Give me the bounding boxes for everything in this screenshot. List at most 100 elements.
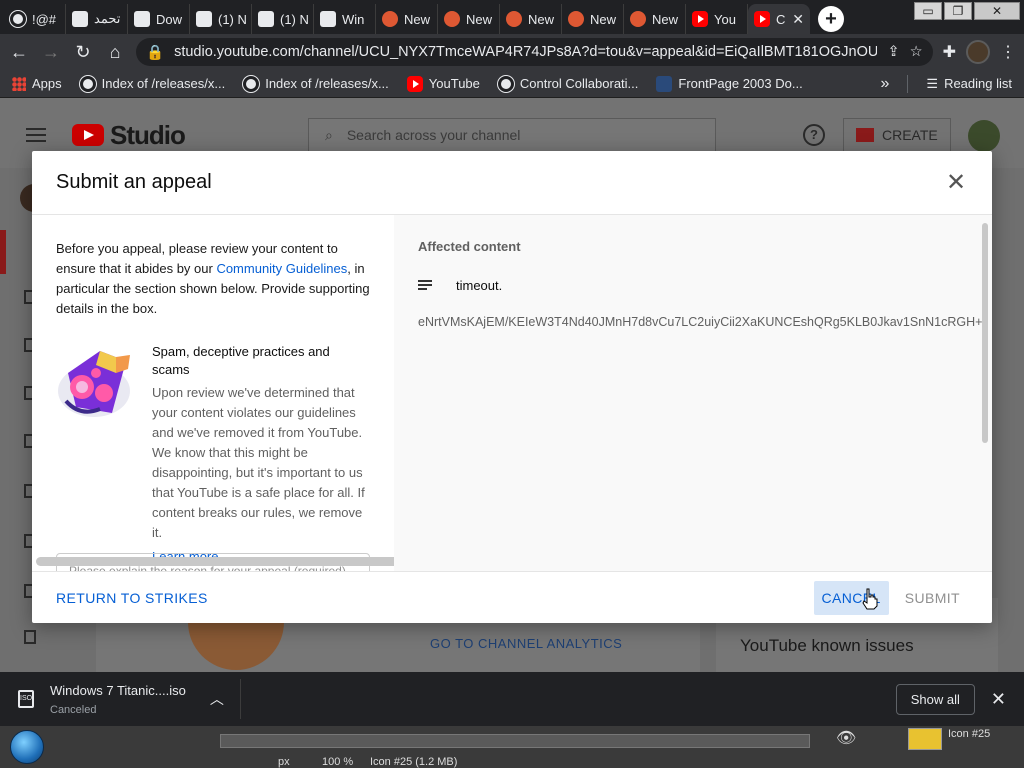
tab-close-icon[interactable]: ✕ bbox=[792, 11, 804, 28]
playlist-icon bbox=[418, 279, 432, 292]
policy-section: Spam, deceptive practices and scams Upon… bbox=[56, 343, 370, 564]
reading-list-button[interactable]: ☰ Reading list bbox=[926, 76, 1012, 92]
search-placeholder: Search across your channel bbox=[346, 127, 521, 143]
show-all-button[interactable]: Show all bbox=[895, 683, 975, 715]
appeal-form-pane[interactable]: Before you appeal, please review your co… bbox=[32, 215, 394, 571]
dialog-body: Before you appeal, please review your co… bbox=[32, 215, 992, 571]
globe-icon bbox=[79, 75, 96, 92]
active-browser-tab[interactable]: C ✕ bbox=[748, 4, 810, 34]
tab-label: Dow bbox=[156, 11, 183, 27]
bookmark-item[interactable]: Index of /releases/x... bbox=[243, 75, 389, 92]
bookmarks-overflow-button[interactable]: » bbox=[881, 75, 890, 93]
browser-tab[interactable]: (1) N bbox=[190, 4, 252, 34]
browser-tab[interactable]: New bbox=[376, 4, 438, 34]
tab-label: New bbox=[652, 11, 679, 27]
address-bar[interactable]: 🔒 studio.youtube.com/channel/UCU_NYX7Tmc… bbox=[136, 38, 933, 66]
browser-tab[interactable]: New bbox=[624, 4, 686, 34]
help-icon[interactable]: ? bbox=[803, 124, 825, 146]
vertical-scrollbar[interactable] bbox=[982, 223, 988, 443]
appeal-intro: Before you appeal, please review your co… bbox=[56, 239, 370, 319]
forward-icon[interactable]: → bbox=[40, 42, 62, 63]
zoom-select[interactable]: 100 % bbox=[322, 756, 353, 768]
appeal-dialog: Submit an appeal ✕ Before you appeal, pl… bbox=[32, 151, 992, 623]
browser-tab[interactable]: Win bbox=[314, 4, 376, 34]
create-button[interactable]: CREATE bbox=[843, 118, 951, 152]
bookmark-label: Index of /releases/x... bbox=[265, 76, 389, 91]
affected-content-label: Affected content bbox=[418, 239, 521, 254]
new-tab-button[interactable]: + bbox=[818, 6, 844, 32]
horizontal-scrollbar[interactable] bbox=[220, 734, 810, 748]
go-to-analytics-link[interactable]: GO TO CHANNEL ANALYTICS bbox=[430, 636, 622, 651]
download-status: Canceled bbox=[50, 703, 97, 716]
window-controls: ▭ ❐ ✕ bbox=[914, 2, 1020, 20]
share-icon[interactable]: ⇪ bbox=[887, 44, 899, 60]
browser-tab[interactable]: !@# bbox=[4, 4, 66, 34]
bookmark-label: Index of /releases/x... bbox=[101, 76, 226, 91]
window-close-button[interactable]: ✕ bbox=[974, 2, 1020, 20]
layer-thumbnail[interactable] bbox=[908, 728, 942, 750]
maximize-button[interactable]: ❐ bbox=[944, 2, 972, 20]
tab-label: You bbox=[714, 11, 736, 27]
eye-icon[interactable]: 👁 bbox=[836, 728, 856, 748]
browser-tab[interactable]: New bbox=[562, 4, 624, 34]
divider bbox=[239, 679, 241, 719]
extensions-icon[interactable]: ✚ bbox=[943, 42, 956, 62]
home-icon[interactable]: ⌂ bbox=[104, 42, 126, 63]
close-icon[interactable]: ✕ bbox=[944, 168, 968, 197]
youtube-icon bbox=[406, 75, 423, 92]
duckduckgo-icon bbox=[506, 11, 522, 27]
bookmark-item[interactable]: YouTube bbox=[406, 75, 480, 92]
reload-icon[interactable]: ↻ bbox=[72, 42, 94, 63]
browser-tab[interactable]: تحمد bbox=[66, 4, 128, 34]
os-taskbar: px 100 % Icon #25 (1.2 MB) 👁 Icon #25 bbox=[0, 726, 1024, 768]
globe-icon bbox=[497, 75, 514, 92]
bookmark-apps[interactable]: Apps bbox=[12, 76, 62, 91]
menu-kebab-icon[interactable]: ⋮ bbox=[1000, 42, 1016, 62]
youtube-icon bbox=[692, 11, 708, 27]
unit-select[interactable]: px bbox=[278, 756, 290, 768]
bookmark-item[interactable]: FrontPage 2003 Do... bbox=[656, 75, 803, 92]
chevron-up-icon[interactable]: ︿ bbox=[210, 689, 224, 709]
tab-label: New bbox=[590, 11, 617, 27]
browser-tab[interactable]: New bbox=[500, 4, 562, 34]
tab-label: !@# bbox=[32, 11, 57, 27]
sidebar-feedback-icon bbox=[24, 630, 36, 644]
bookmarks-bar: Apps Index of /releases/x... Index of /r… bbox=[0, 70, 1024, 98]
bookmark-label: YouTube bbox=[428, 76, 480, 91]
dialog-title: Submit an appeal bbox=[56, 171, 212, 193]
youtube-logo-icon bbox=[72, 124, 104, 146]
return-to-strikes-button[interactable]: RETURN TO STRIKES bbox=[56, 590, 208, 606]
hand-cursor-icon bbox=[862, 588, 878, 610]
hamburger-menu-icon[interactable] bbox=[26, 128, 46, 142]
video-camera-icon bbox=[856, 128, 874, 142]
bookmark-item[interactable]: Control Collaborati... bbox=[497, 75, 638, 92]
submit-button[interactable]: SUBMIT bbox=[897, 581, 968, 615]
page-icon bbox=[134, 11, 150, 27]
policy-illustration bbox=[56, 343, 138, 423]
duckduckgo-icon bbox=[382, 11, 398, 27]
windows-start-icon[interactable] bbox=[10, 730, 44, 764]
browser-tab[interactable]: You bbox=[686, 4, 748, 34]
avatar[interactable] bbox=[966, 40, 990, 64]
dialog-header: Submit an appeal ✕ bbox=[32, 151, 992, 215]
avatar[interactable] bbox=[968, 120, 1000, 152]
duckduckgo-icon bbox=[568, 11, 584, 27]
tab-label: New bbox=[404, 11, 431, 27]
studio-search-input[interactable]: ⌕ Search across your channel bbox=[308, 118, 716, 152]
download-item[interactable]: Windows 7 Titanic....iso Canceled bbox=[50, 683, 186, 716]
back-icon[interactable]: ← bbox=[8, 42, 30, 63]
affected-content-pane: Affected content timeout. eNrtVMsKAjEM/K… bbox=[394, 215, 992, 571]
star-icon[interactable]: ☆ bbox=[910, 44, 923, 60]
create-label: CREATE bbox=[882, 127, 938, 143]
divider bbox=[907, 74, 909, 93]
page-icon bbox=[656, 75, 673, 92]
browser-tab[interactable]: Dow bbox=[128, 4, 190, 34]
community-guidelines-link[interactable]: Community Guidelines bbox=[216, 261, 347, 276]
page-icon bbox=[72, 11, 88, 27]
minimize-button[interactable]: ▭ bbox=[914, 2, 942, 20]
tab-label: C bbox=[776, 11, 786, 27]
close-icon[interactable]: ✕ bbox=[991, 689, 1006, 710]
bookmark-item[interactable]: Index of /releases/x... bbox=[79, 75, 226, 92]
browser-tab[interactable]: (1) N bbox=[252, 4, 314, 34]
browser-tab[interactable]: New bbox=[438, 4, 500, 34]
